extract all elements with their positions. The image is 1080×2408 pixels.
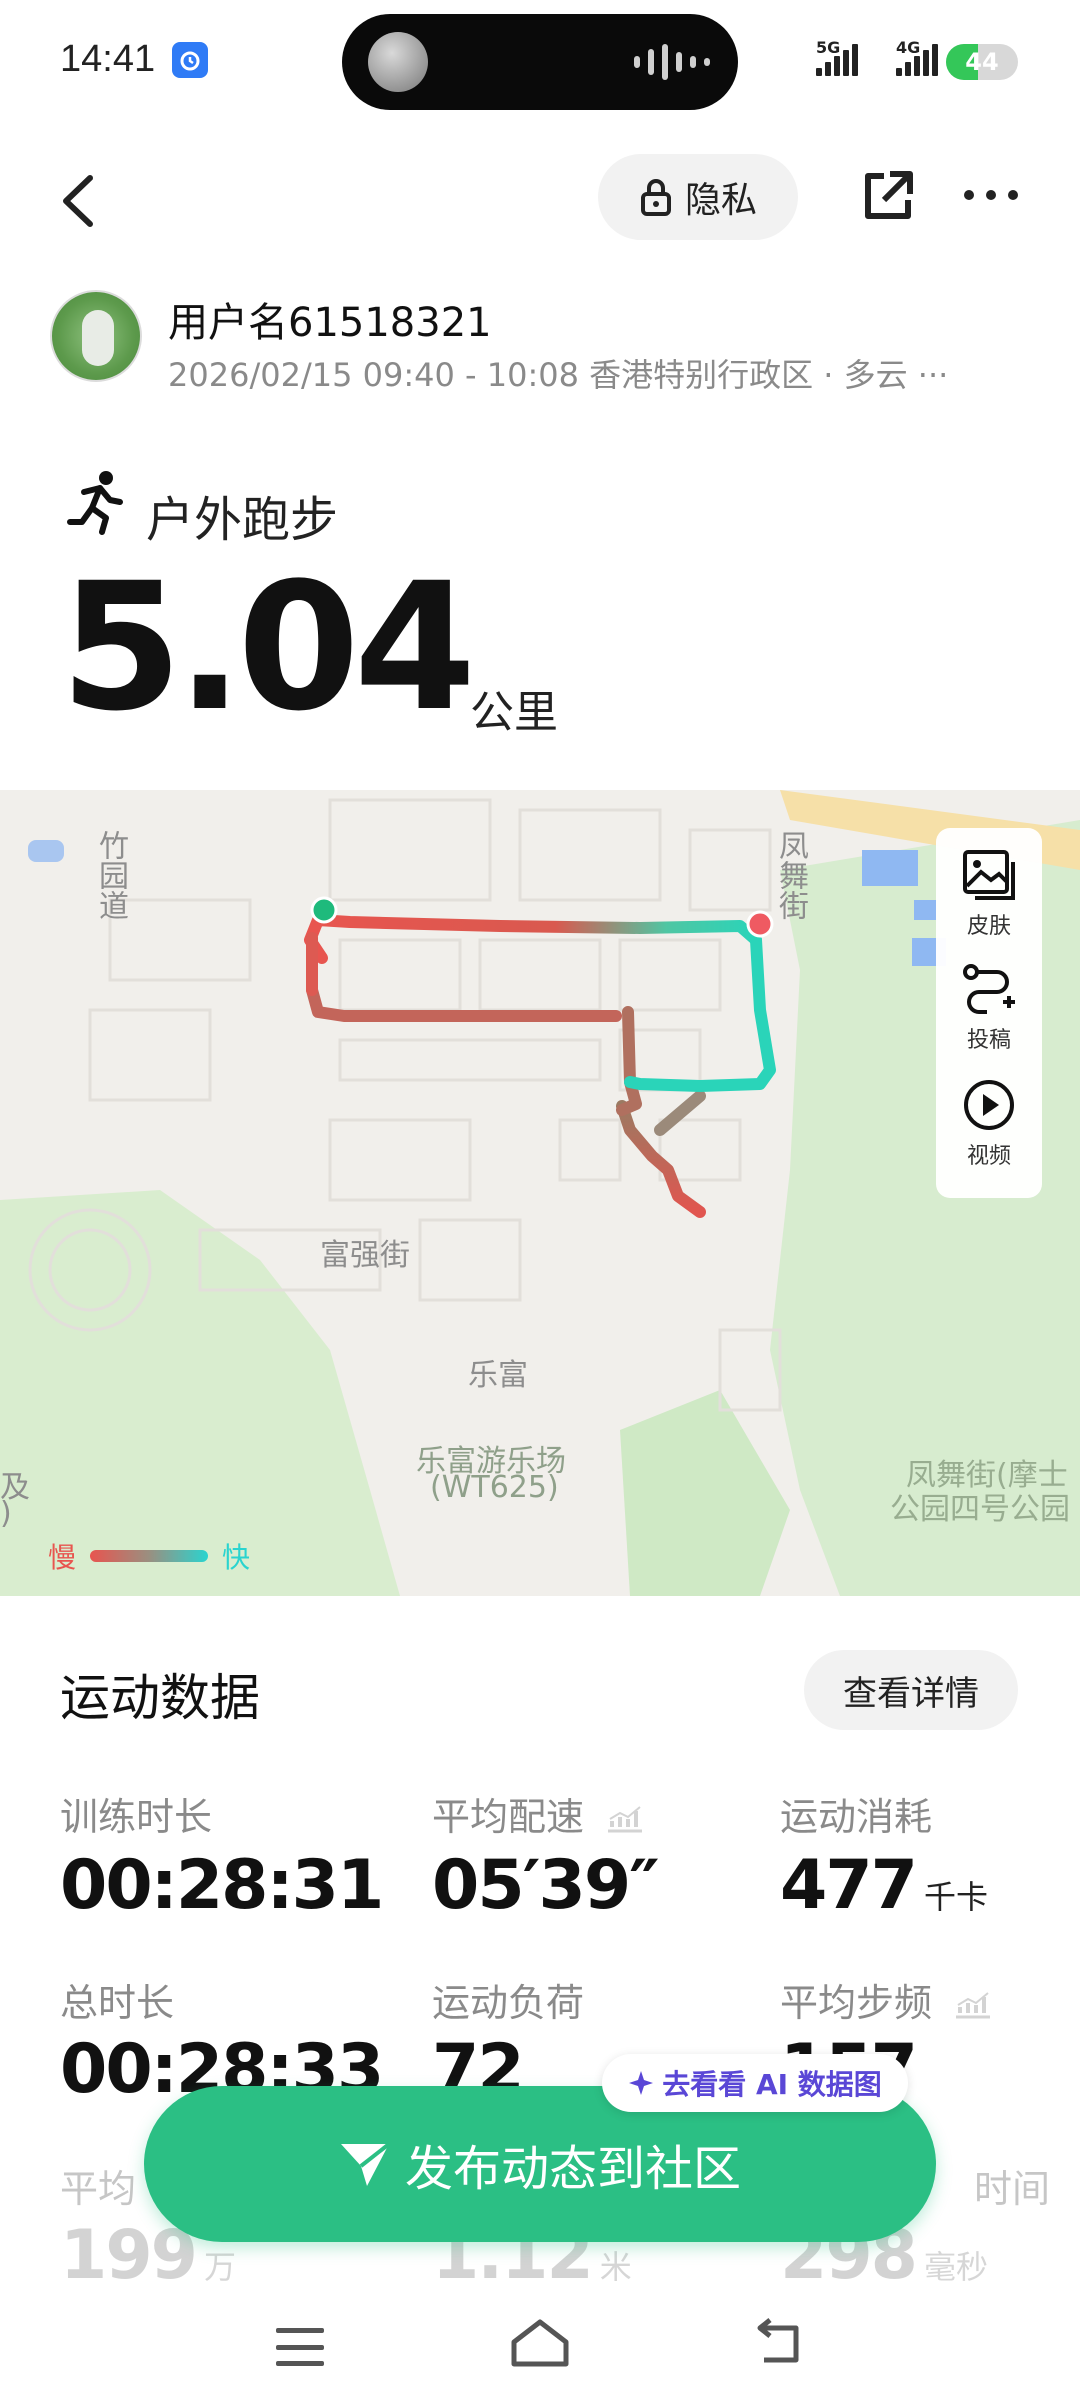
calories-label: 运动消耗: [780, 1795, 933, 1839]
sparkle-icon: [629, 2071, 654, 2095]
signal-5g-label: 5G: [816, 38, 841, 57]
publish-label: 发布动态到社区: [404, 2141, 741, 2197]
signal-5g-icon: 5G: [816, 38, 858, 76]
map-label-fengwu-street: 凤舞街: [773, 830, 808, 920]
video-label: 视频: [966, 1144, 1011, 1169]
legend-fast: 快: [222, 1541, 251, 1574]
map-label-playground-code: (WT625): [430, 1470, 559, 1505]
signal-4g-icon: 4G: [896, 38, 938, 76]
pace-legend: 慢 快: [48, 1536, 250, 1576]
more-dot-icon: [986, 190, 996, 200]
media-thumbnail: [368, 32, 428, 92]
ai-chip-label: 去看看 AI 数据图: [662, 2068, 882, 2101]
share-external-icon: [865, 171, 913, 219]
section-title: 运动数据: [60, 1669, 260, 1727]
map-label-lefu: 乐富: [468, 1358, 528, 1393]
legend-slow: 慢: [48, 1541, 77, 1574]
distance-unit: 公里: [470, 687, 558, 738]
battery-level: 44: [965, 48, 999, 76]
more-options-button[interactable]: [964, 180, 1028, 210]
workout-meta: 2026/02/15 09:40 - 10:08 香港特别行政区 · 多云 ··…: [168, 356, 949, 394]
ai-chart-chip[interactable]: 去看看 AI 数据图: [602, 2054, 908, 2112]
skin-label: 皮肤: [966, 914, 1011, 939]
more-dot-icon: [964, 190, 974, 200]
cadence-label: 平均步频: [780, 1972, 992, 2027]
send-icon: [340, 2142, 391, 2186]
legend-gradient-bar: [90, 1550, 209, 1562]
running-icon: [66, 470, 124, 536]
total-time-label: 总时长: [60, 1981, 175, 2025]
back-button[interactable]: [52, 166, 112, 236]
row3-value-right-unit: 毫秒: [923, 2248, 988, 2286]
trend-chart-icon: [608, 1805, 643, 1832]
row3-value-left-unit: 万: [203, 2248, 236, 2286]
map-label-edge-bottom: ): [0, 1496, 12, 1531]
calories-unit: 千卡: [923, 1878, 988, 1916]
route-map[interactable]: 竹园道 凤舞街 富强街 乐富 乐富游乐场 (WT625) 凤舞街(摩士 公园四号…: [0, 790, 1080, 1596]
training-time-label: 训练时长: [60, 1795, 213, 1839]
play-circle-icon: [964, 1080, 1014, 1130]
avg-pace-label-text: 平均配速: [432, 1795, 585, 1839]
nav-back-button[interactable]: [750, 2318, 806, 2368]
back-icon: [757, 2318, 799, 2363]
map-label-zhuyuan-road: 竹园道: [93, 830, 128, 920]
chevron-left-icon: [63, 175, 93, 227]
alarm-app-icon: [172, 42, 208, 78]
privacy-button[interactable]: 隐私: [598, 154, 798, 240]
more-dot-icon: [1008, 190, 1018, 200]
signal-4g-label: 4G: [896, 38, 921, 57]
row3-value-left-number: 199: [60, 2216, 198, 2295]
map-label-fuqiang-street: 富强街: [320, 1238, 410, 1273]
row3-value-mid-unit: 米: [599, 2248, 632, 2286]
dynamic-island[interactable]: [342, 14, 738, 110]
skin-button[interactable]: 皮肤: [936, 848, 1042, 940]
row3-label-left: 平均: [60, 2167, 137, 2211]
username: 用户名61518321: [168, 300, 492, 346]
row3-label-right: 时间: [974, 2167, 1051, 2211]
home-icon: [511, 2319, 569, 2367]
map-toolbar: 皮肤 投稿 视频: [936, 828, 1042, 1198]
avg-pace-label: 平均配速: [432, 1786, 644, 1841]
image-icon: [963, 850, 1015, 900]
privacy-label: 隐私: [684, 180, 757, 221]
training-time-value: 00:28:31: [60, 1846, 384, 1925]
calories-number: 477: [780, 1846, 918, 1925]
battery-icon: 44: [946, 44, 1018, 80]
calories-value: 477 千卡: [780, 1852, 988, 1920]
route-plus-icon: [963, 964, 1015, 1014]
avg-pace-value: 05′39″: [432, 1846, 660, 1925]
lock-icon: [640, 179, 671, 216]
submit-button[interactable]: 投稿: [936, 962, 1042, 1054]
video-button[interactable]: 视频: [936, 1078, 1042, 1170]
audio-wave-icon: [634, 44, 710, 80]
map-label-park-line2: 公园四号公园: [890, 1492, 1070, 1527]
distance-value: 5.04: [60, 545, 476, 750]
nav-recents-button[interactable]: [276, 2328, 324, 2366]
sport-type: 户外跑步: [146, 492, 339, 548]
status-time: 14:41: [60, 38, 156, 80]
share-button[interactable]: [860, 168, 916, 224]
view-details-button[interactable]: 查看详情: [804, 1650, 1018, 1730]
cadence-label-text: 平均步频: [780, 1981, 933, 2025]
user-avatar[interactable]: [50, 290, 142, 382]
trend-chart-icon: [956, 1991, 991, 2018]
nav-home-button[interactable]: [508, 2316, 572, 2370]
submit-label: 投稿: [966, 1028, 1011, 1053]
load-label: 运动负荷: [432, 1981, 585, 2025]
